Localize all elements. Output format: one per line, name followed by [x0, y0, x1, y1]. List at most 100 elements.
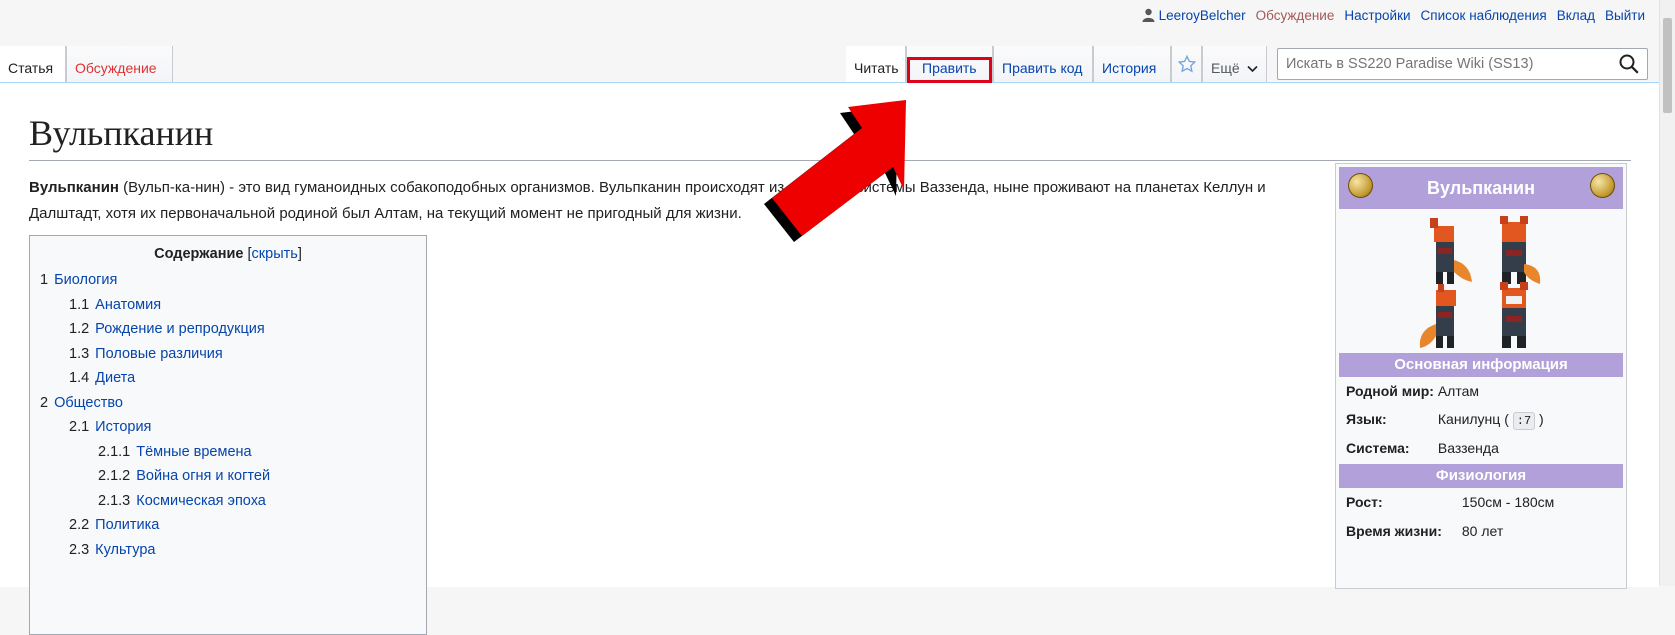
- scrollbar-thumb[interactable]: [1663, 18, 1672, 113]
- toc-item[interactable]: 1.2 Рождение и репродукция: [40, 317, 416, 342]
- watch-star-button[interactable]: [1171, 46, 1202, 82]
- personal-tools: LeeroyBelcher Обсуждение Настройки Списо…: [1142, 8, 1645, 23]
- toc-item-link[interactable]: Диета: [95, 370, 135, 386]
- page-title: Вульпканин: [29, 110, 1631, 161]
- star-icon: [1177, 54, 1197, 73]
- toc-item-number: 1.2: [69, 321, 90, 337]
- tabs-bar: Статья Обсуждение Читать Править Править…: [0, 44, 1675, 82]
- content-area: Вульпканин Вульпканин (Вульп-ка-нин) - э…: [0, 82, 1660, 635]
- toc-header: Содержание [скрыть]: [154, 246, 302, 262]
- toc-item[interactable]: 2.1.3 Космическая эпоха: [40, 489, 416, 514]
- toc-item-number: 1: [40, 272, 49, 288]
- language-label: Язык:: [1346, 411, 1387, 427]
- toc-item-number: 2: [40, 394, 49, 411]
- infobox-section-physiology: Физиология: [1339, 464, 1623, 488]
- toc-item-link[interactable]: Рождение и репродукция: [95, 321, 265, 337]
- tab-read-label: Читать: [854, 60, 899, 76]
- species-sprite-image: [1419, 216, 1541, 348]
- contributions-link[interactable]: Вклад: [1557, 8, 1595, 23]
- toc-item-link[interactable]: Анатомия: [95, 297, 161, 313]
- homeworld-label: Родной мир:: [1346, 383, 1434, 399]
- username-link[interactable]: LeeroyBelcher: [1159, 8, 1246, 23]
- tab-history-label: История: [1102, 60, 1157, 76]
- user-icon: [1142, 8, 1155, 22]
- toc-item-number: 2.2: [69, 517, 90, 533]
- more-menu-label: Ещё: [1211, 60, 1240, 76]
- coin-icon: [1348, 173, 1373, 198]
- language-key: :7: [1512, 412, 1536, 430]
- language-value: Канилунц (: [1437, 411, 1509, 427]
- toc-item-link[interactable]: Общество: [54, 395, 123, 411]
- sprite-4: [1500, 282, 1528, 348]
- tab-talk[interactable]: Обсуждение: [66, 46, 173, 82]
- infobox-row-height: Рост: 150см - 180см: [1346, 491, 1554, 513]
- preferences-link[interactable]: Настройки: [1344, 8, 1410, 23]
- toc-item-number: 2.1.3: [98, 492, 131, 509]
- lifespan-value: 80 лет: [1461, 523, 1504, 539]
- infobox-row-system: Система: Ваззенда: [1346, 437, 1499, 459]
- tab-edit-source-label: Править код: [1002, 60, 1083, 76]
- toc-item-link[interactable]: Биология: [54, 272, 117, 288]
- toc-toggle-link[interactable]: скрыть: [252, 246, 298, 262]
- system-label: Система:: [1346, 440, 1410, 456]
- toc-item[interactable]: 2 Общество: [40, 391, 416, 416]
- tab-edit[interactable]: Править: [906, 46, 993, 82]
- tab-article-label: Статья: [8, 60, 54, 76]
- infobox-row-language: Язык: Канилунц ( :7 ): [1346, 408, 1544, 430]
- toc-item-link[interactable]: Культура: [95, 542, 155, 558]
- coin-icon: [1590, 173, 1615, 198]
- toc-item-number: 2.1: [69, 419, 90, 435]
- toc-item-number: 2.1.1: [98, 443, 131, 460]
- toc-item[interactable]: 1.1 Анатомия: [40, 293, 416, 318]
- height-value: 150см - 180см: [1461, 494, 1555, 510]
- more-menu[interactable]: Ещё: [1202, 46, 1267, 82]
- sprite-2: [1500, 216, 1541, 284]
- toc-item[interactable]: 1.3 Половые различия: [40, 342, 416, 367]
- toc-item-number: 1.4: [69, 370, 90, 386]
- toc-item[interactable]: 1 Биология: [40, 268, 416, 293]
- toc-item-number: 2.1.2: [98, 468, 131, 484]
- sprite-1: [1430, 218, 1472, 284]
- toc-item-link[interactable]: История: [95, 419, 151, 435]
- toc-item-link[interactable]: Тёмные времена: [136, 444, 251, 460]
- toc-item-number: 1.3: [69, 345, 90, 362]
- intro-paragraph: Вульпканин (Вульп-ка-нин) - это вид гума…: [29, 175, 1279, 227]
- tab-read[interactable]: Читать: [846, 46, 906, 82]
- chevron-down-icon: [1246, 65, 1258, 73]
- watchlist-link[interactable]: Список наблюдения: [1421, 8, 1547, 23]
- toc-item-link[interactable]: Половые различия: [95, 346, 223, 362]
- search-input[interactable]: [1277, 48, 1648, 80]
- toc-item[interactable]: 2.1.2 Война огня и когтей: [40, 464, 416, 489]
- table-of-contents: Содержание [скрыть] 1 Биология 1.1 Анатомия…: [29, 235, 427, 635]
- intro-bold-term: Вульпканин: [29, 179, 119, 196]
- tab-edit-label: Править: [922, 60, 977, 76]
- user-link-group[interactable]: LeeroyBelcher: [1142, 8, 1246, 23]
- infobox-title: Вульпканин: [1339, 167, 1623, 209]
- logout-link[interactable]: Выйти: [1605, 8, 1645, 23]
- system-value: Ваззенда: [1437, 440, 1499, 456]
- toc-item-link[interactable]: Космическая эпоха: [136, 493, 266, 509]
- page-scrollbar[interactable]: [1659, 0, 1675, 586]
- infobox-section-basic: Основная информация: [1339, 353, 1623, 377]
- infobox: Вульпканин Основная информация Родной ми…: [1335, 163, 1627, 589]
- toc-item-number: 2.3: [69, 541, 90, 558]
- infobox-title-text: Вульпканин: [1427, 178, 1535, 198]
- tab-history[interactable]: История: [1093, 46, 1171, 82]
- search-icon[interactable]: [1618, 53, 1640, 75]
- toc-title: Содержание: [154, 246, 244, 262]
- sprite-3: [1419, 284, 1456, 348]
- toc-item[interactable]: 2.1 История: [40, 415, 416, 440]
- toc-item[interactable]: 2.3 Культура: [40, 538, 416, 563]
- toc-item-link[interactable]: Политика: [95, 517, 159, 533]
- tab-edit-source[interactable]: Править код: [993, 46, 1093, 82]
- language-close: ): [1539, 411, 1544, 427]
- toc-item-link[interactable]: Война огня и когтей: [136, 468, 270, 484]
- toc-item[interactable]: 2.1.1 Тёмные времена: [40, 440, 416, 465]
- toc-item[interactable]: 1.4 Диета: [40, 366, 416, 391]
- toc-item-number: 1.1: [69, 296, 90, 313]
- user-talk-link[interactable]: Обсуждение: [1256, 8, 1335, 23]
- tab-article[interactable]: Статья: [0, 46, 66, 82]
- lifespan-label: Время жизни:: [1346, 523, 1442, 539]
- height-label: Рост:: [1346, 494, 1383, 510]
- toc-item[interactable]: 2.2 Политика: [40, 513, 416, 538]
